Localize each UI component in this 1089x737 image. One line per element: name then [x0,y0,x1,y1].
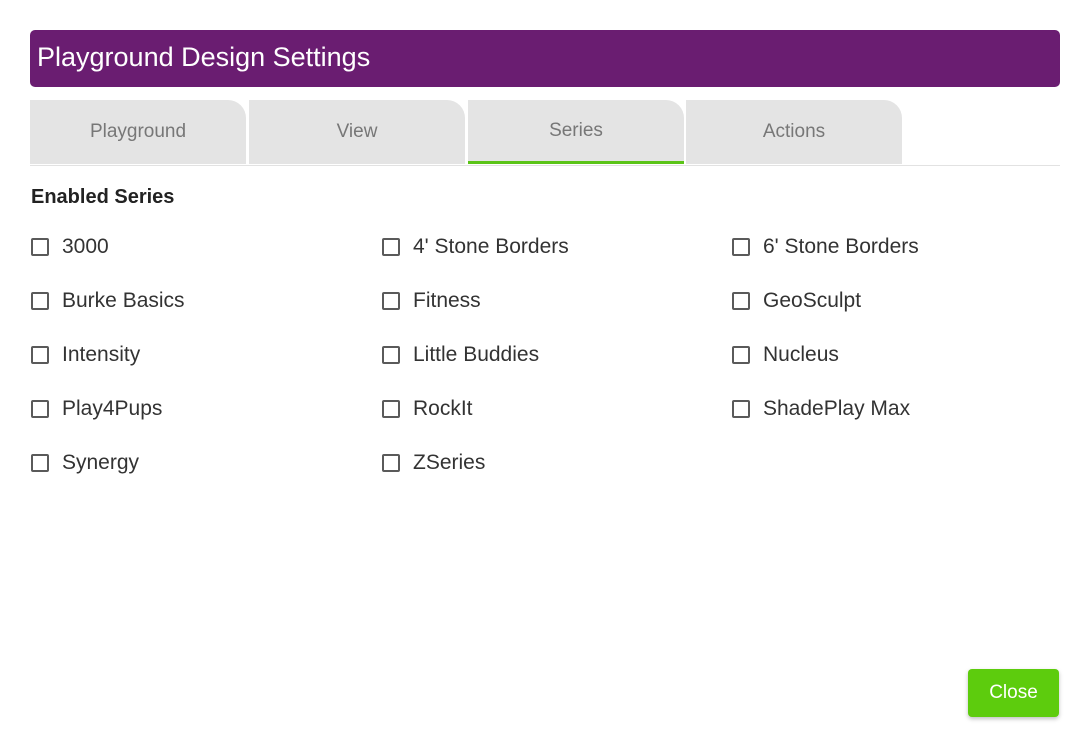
series-item-3000[interactable]: 3000 [31,234,109,260]
series-label: 3000 [62,235,109,258]
series-label: GeoSculpt [763,289,862,312]
tab-bar: Playground View Series Actions [30,100,1060,166]
series-checkbox[interactable] [382,454,400,472]
tab-label: Actions [762,121,826,142]
series-label: ZSeries [413,451,486,474]
series-checkbox[interactable] [382,292,400,310]
tab-view[interactable]: View [249,100,465,164]
series-label: Fitness [413,289,481,312]
tab-playground[interactable]: Playground [30,100,246,164]
tab-label: Playground [89,121,187,142]
series-item-little-buddies[interactable]: Little Buddies [382,342,539,368]
series-checkbox[interactable] [732,400,750,418]
series-item-nucleus[interactable]: Nucleus [732,342,839,368]
series-label: ShadePlay Max [763,397,911,420]
series-checkbox[interactable] [31,238,49,256]
close-button[interactable]: Close [968,669,1059,717]
series-item-play4pups[interactable]: Play4Pups [31,396,162,422]
series-label: 6' Stone Borders [763,235,919,258]
series-checkbox[interactable] [31,292,49,310]
series-label: 4' Stone Borders [413,235,569,258]
series-checkbox[interactable] [382,346,400,364]
series-item-4-stone-borders[interactable]: 4' Stone Borders [382,234,569,260]
series-checkbox[interactable] [31,454,49,472]
series-label: Play4Pups [62,397,163,420]
series-checkbox[interactable] [382,238,400,256]
series-label: RockIt [413,397,473,420]
series-checkbox[interactable] [31,400,49,418]
series-label: Little Buddies [413,343,540,366]
tab-series[interactable]: Series [468,100,684,164]
series-label: Nucleus [763,343,839,366]
dialog-title: Playground Design Settings [37,42,371,72]
settings-dialog: Playground Design Settings Playground Vi… [0,0,1089,737]
series-item-burke-basics[interactable]: Burke Basics [31,288,185,314]
series-item-zseries[interactable]: ZSeries [382,450,485,476]
series-item-rockit[interactable]: RockIt [382,396,473,422]
series-item-synergy[interactable]: Synergy [31,450,139,476]
series-item-geosculpt[interactable]: GeoSculpt [732,288,861,314]
dialog-title-bar: Playground Design Settings [30,30,1060,87]
series-item-6-stone-borders[interactable]: 6' Stone Borders [732,234,919,260]
series-item-shadeplay-max[interactable]: ShadePlay Max [732,396,910,422]
tab-actions[interactable]: Actions [686,100,902,164]
series-label: Synergy [62,451,140,474]
series-label: Intensity [62,343,141,366]
series-checkbox[interactable] [732,346,750,364]
series-checkbox[interactable] [732,292,750,310]
tab-label: View [336,121,378,142]
enabled-series-heading: Enabled Series [31,186,175,208]
series-checkbox[interactable] [732,238,750,256]
series-item-intensity[interactable]: Intensity [31,342,140,368]
series-checkbox[interactable] [31,346,49,364]
series-checkbox[interactable] [382,400,400,418]
series-item-fitness[interactable]: Fitness [382,288,481,314]
series-label: Burke Basics [62,289,185,312]
tab-label: Series [549,119,603,141]
